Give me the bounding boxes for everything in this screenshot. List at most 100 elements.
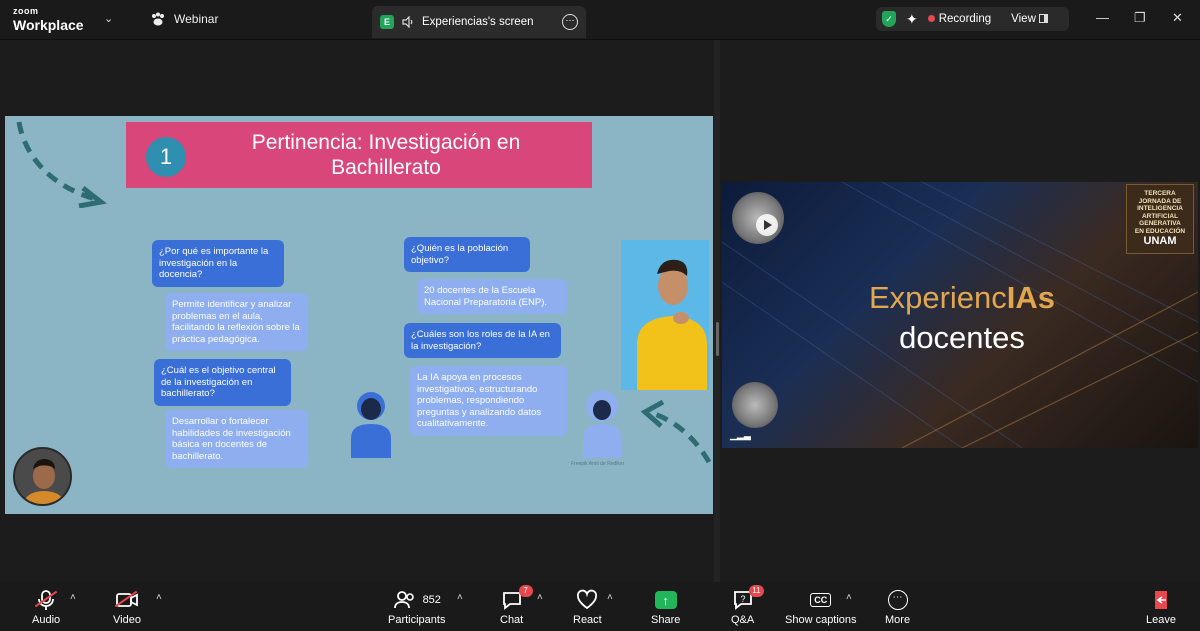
image-credit: Freepik Amit de Rediker	[571, 461, 625, 467]
recording-dot-icon	[927, 15, 935, 22]
qa-icon: ? 11	[732, 585, 764, 612]
chat-label: Chat	[500, 614, 524, 626]
badge-line: ARTIFICIAL	[1141, 212, 1179, 220]
more-dots-icon: ⋯	[887, 588, 908, 612]
chat-icon: 7	[501, 585, 533, 612]
badge-unam: UNAM	[1143, 235, 1177, 247]
react-label: React	[573, 614, 602, 626]
video-label: Video	[113, 614, 141, 626]
male-figure-illustration	[351, 392, 391, 458]
share-screen-icon: ↑	[654, 588, 677, 612]
leave-label: Leave	[1146, 614, 1176, 626]
ai-sparkle-icon[interactable]: ✦	[906, 11, 918, 28]
zoom-workplace-logo[interactable]: zoom Workplace	[13, 6, 84, 33]
meeting-toolbar: Audio ˄ Video ˄ 852 Participants ˄ 7 Cha…	[0, 582, 1200, 631]
cc-glyph: CC	[810, 593, 832, 607]
more-button[interactable]: ⋯ More	[885, 588, 910, 626]
decorative-arrow-topleft	[16, 121, 107, 208]
event-video-tile[interactable]: TERCERA JORNADA DE INTELIGENCIA ARTIFICI…	[722, 182, 1198, 448]
chat-button[interactable]: 7 Chat	[500, 585, 533, 626]
security-shield-icon[interactable]: ✓	[882, 11, 896, 27]
badge-line: JORNADA DE	[1138, 197, 1182, 205]
participants-icon: 852	[393, 588, 441, 612]
heart-icon	[576, 588, 598, 612]
self-view-avatar[interactable]	[13, 447, 72, 506]
unam-crest-bottom	[732, 382, 778, 428]
camera-off-icon	[114, 588, 139, 612]
captions-options-caret[interactable]: ˄	[846, 592, 852, 603]
restore-icon[interactable]: ❐	[1134, 10, 1146, 26]
view-button[interactable]: View	[1011, 13, 1049, 25]
qa-unread-badge: 11	[749, 585, 764, 597]
play-icon[interactable]	[756, 214, 778, 236]
slide-number: 1	[146, 137, 186, 177]
share-button[interactable]: ↑ Share	[651, 588, 680, 626]
slide-title-box: 1 Pertinencia: Investigación en Bachille…	[126, 122, 592, 188]
brand-top: zoom	[13, 6, 39, 16]
answer-bubble-1: Permite identificar y analizar problemas…	[165, 293, 308, 351]
participants-paw-icon	[152, 12, 164, 26]
microphone-muted-icon	[34, 588, 58, 612]
female-figure-illustration	[583, 390, 621, 458]
answer-bubble-3: 20 docentes de la Escuela Nacional Prepa…	[417, 279, 567, 314]
svg-text:?: ?	[740, 594, 745, 604]
chat-unread-badge: 7	[518, 585, 533, 597]
participants-button[interactable]: 852 Participants	[388, 588, 445, 626]
leave-button[interactable]: Leave	[1146, 588, 1176, 626]
title-part-b: IAs	[1006, 280, 1056, 315]
badge-line: GENERATIVA	[1139, 220, 1181, 227]
title-part-a: Experienc	[868, 280, 1007, 315]
question-bubble-3: ¿Quién es la población objetivo?	[404, 237, 530, 272]
chevron-down-icon[interactable]: ⌄	[104, 12, 113, 25]
event-badge: TERCERA JORNADA DE INTELIGENCIA ARTIFICI…	[1126, 184, 1194, 254]
screen-share-tab[interactable]: E Experiencias's screen ⋯	[372, 6, 586, 38]
webinar-label: Webinar	[174, 12, 219, 26]
react-button[interactable]: React	[573, 588, 602, 626]
decorative-arrow-right	[640, 399, 712, 464]
sharer-avatar-badge: E	[380, 15, 394, 29]
badge-line: EN EDUCACIÓN	[1134, 227, 1186, 235]
close-icon[interactable]: ✕	[1172, 10, 1183, 26]
minimize-icon[interactable]: —	[1096, 10, 1109, 25]
share-arrow-icon: ↑	[654, 591, 677, 609]
slide-title: Pertinencia: Investigación en Bachillera…	[251, 131, 521, 179]
more-options-icon[interactable]: ⋯	[562, 14, 578, 30]
share-label: Share	[651, 614, 681, 626]
meeting-status-group: ✓ ✦ Recording View	[876, 7, 1069, 31]
resize-handle[interactable]	[716, 322, 719, 356]
brand-bottom: Workplace	[13, 17, 84, 33]
participants-label: Participants	[388, 614, 446, 626]
video-button[interactable]: Video	[113, 588, 141, 626]
share-title: Experiencias's screen	[422, 16, 534, 28]
chat-options-caret[interactable]: ˄	[537, 592, 543, 603]
question-bubble-2: ¿Cuál es el objetivo central de la inves…	[154, 359, 291, 406]
badge-line: INTELIGENCIA	[1137, 205, 1183, 212]
answer-bubble-4: La IA apoya en procesos investigativos, …	[410, 366, 567, 436]
view-label: View	[1011, 13, 1036, 25]
speaker-icon	[402, 16, 413, 28]
cc-icon: CC	[810, 588, 832, 612]
badge-line: TERCERA	[1144, 190, 1176, 197]
audio-button[interactable]: Audio	[32, 588, 60, 626]
event-title-line2: docentes	[899, 320, 1025, 355]
presenter-figure	[637, 259, 707, 390]
presenter-video-thumbnail[interactable]	[621, 240, 709, 390]
presentation-slide: 1 Pertinencia: Investigación en Bachille…	[5, 116, 713, 514]
view-layout-icon	[1039, 14, 1049, 23]
captions-label: Show captions	[785, 614, 857, 626]
question-bubble-4: ¿Cuáles son los roles de la IA en la inv…	[404, 323, 561, 358]
participants-count: 852	[422, 594, 441, 606]
event-title-line1: ExperiencIAs	[722, 280, 1198, 316]
recording-label: Recording	[938, 13, 992, 25]
video-options-caret[interactable]: ˄	[156, 592, 162, 603]
title-bar: zoom Workplace ⌄ Webinar E Experiencias'…	[0, 0, 1200, 40]
question-bubble-1: ¿Por qué es importante la investigación …	[152, 240, 284, 287]
signal-strength-icon: ▁▂▃	[730, 430, 751, 440]
audio-options-caret[interactable]: ˄	[70, 592, 76, 603]
participants-options-caret[interactable]: ˄	[457, 592, 463, 603]
webinar-menu[interactable]: Webinar	[150, 12, 218, 26]
react-options-caret[interactable]: ˄	[607, 592, 613, 603]
qa-button[interactable]: ? 11 Q&A	[731, 585, 764, 626]
recording-indicator[interactable]: Recording	[927, 13, 992, 25]
self-view-figure	[15, 449, 70, 504]
